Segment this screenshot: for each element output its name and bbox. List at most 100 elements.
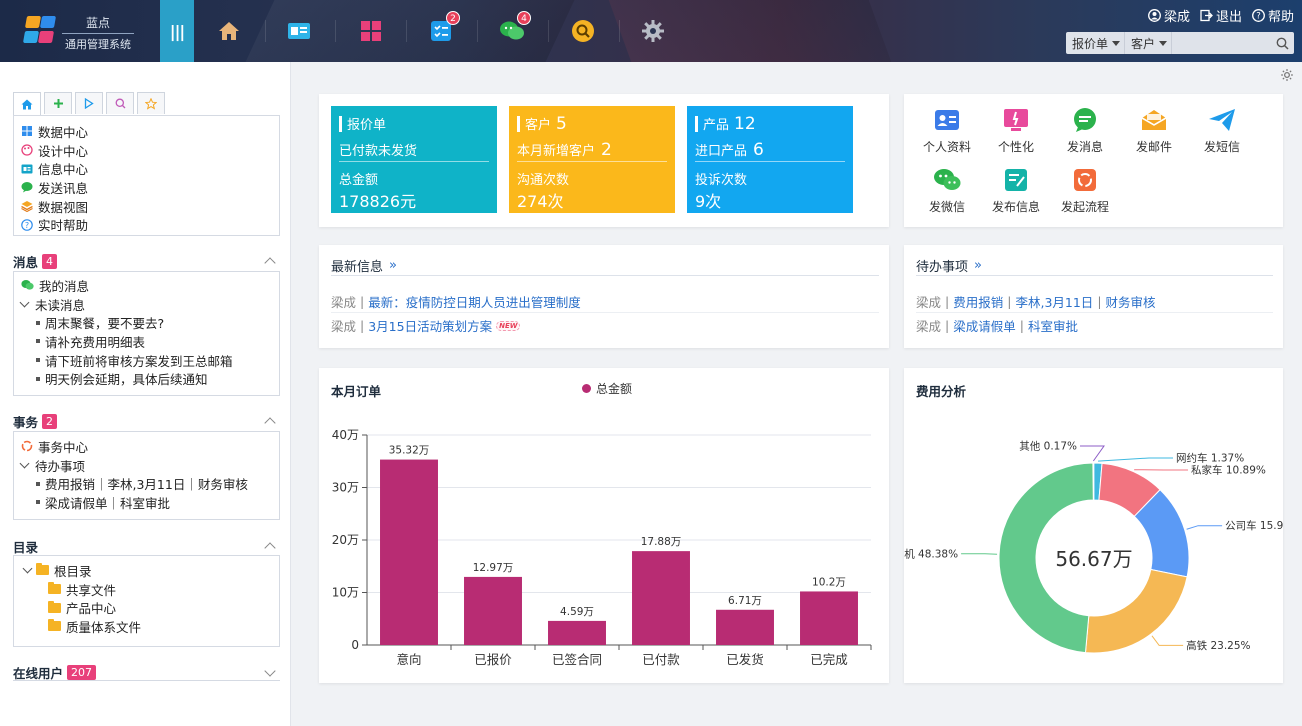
todo-link[interactable]: 李林,3月11日 (1015, 292, 1093, 311)
logout-link[interactable]: 退出 (1200, 6, 1242, 25)
new-badge: NEW (496, 320, 521, 331)
bar (632, 551, 690, 645)
directory-section-title[interactable]: 目录 (13, 537, 38, 556)
donut-leader-line (1080, 445, 1105, 462)
pending-tasks-item[interactable]: 待办事项 (14, 456, 279, 475)
tasks-section-title[interactable]: 事务 2 (13, 412, 58, 431)
message-item[interactable]: 明天例会延期，具体后续通知 (14, 369, 279, 388)
plus-icon (53, 99, 63, 108)
y-tick-label: 30万 (332, 481, 359, 495)
task-item[interactable]: 费用报销｜李林,3月11日｜财务审核 (14, 474, 279, 493)
latest-info-link[interactable]: 最新：疫情防控日期人员进出管理制度 (368, 292, 581, 311)
folder-item[interactable]: 质量体系文件 (14, 617, 279, 636)
todo-link[interactable]: 梁成请假单 (953, 316, 1016, 335)
chevron-down-icon (1159, 40, 1168, 46)
search-box: 报价单 客户 (1066, 32, 1294, 54)
double-chevron-right-icon: » (389, 258, 397, 273)
shortcut-item[interactable]: ? 实时帮助 (14, 215, 279, 234)
message-item[interactable]: 请补充费用明细表 (14, 332, 279, 351)
tab-play[interactable] (75, 92, 103, 114)
todo-title[interactable]: 待办事项 » (916, 256, 982, 275)
donut-chart: 其他 0.17% 网约车 1.37%私家车 10.89% 公司车 15.94% 高铁 … (904, 440, 1283, 654)
search-input[interactable] (1172, 33, 1270, 53)
messages-badge: 4 (42, 254, 58, 269)
wechat-icon[interactable]: 4 (495, 11, 531, 48)
bar-chart-legend[interactable]: 总金额 (582, 380, 632, 397)
search-scope-select-2[interactable]: 客户 (1125, 32, 1173, 54)
quick-action-flow[interactable]: 发起流程 (1053, 167, 1117, 215)
todo-item: 梁成 | 费用报销 | 李林,3月11日 | 财务审核 (916, 292, 1156, 311)
task-item[interactable]: 梁成请假单｜科室审批 (14, 493, 279, 512)
help-icon: ? (1252, 9, 1265, 22)
bar (380, 459, 438, 645)
help-link[interactable]: ? 帮助 (1252, 6, 1294, 25)
bar-chart-title: 本月订单 (331, 384, 382, 399)
search-scope-select-1[interactable]: 报价单 (1066, 32, 1126, 54)
shortcut-item[interactable]: 设计中心 (14, 141, 279, 160)
quick-action-sms[interactable]: 发短信 (1190, 107, 1254, 155)
bar-value-label: 17.88万 (641, 536, 682, 548)
nav-separator (335, 20, 336, 42)
search-icon[interactable] (1270, 37, 1294, 50)
bullet (36, 358, 40, 363)
settings-gear-icon[interactable] (1280, 68, 1294, 85)
quick-action-message[interactable]: 发消息 (1053, 107, 1117, 155)
message-item[interactable]: 周末聚餐，要不要去? (14, 313, 279, 332)
chevron-up-icon[interactable] (264, 417, 276, 429)
kpi-accent-bar (339, 115, 342, 132)
todo-link[interactable]: 科室审批 (1028, 316, 1078, 335)
latest-info-link[interactable]: 3月15日活动策划方案 (368, 316, 492, 335)
quick-action-profile[interactable]: 个人资料 (915, 107, 979, 155)
message-item[interactable]: 请下班前将审核方案发到王总邮箱 (14, 351, 279, 370)
unread-messages-item[interactable]: 未读消息 (14, 295, 279, 314)
quick-action-mail[interactable]: 发邮件 (1122, 107, 1186, 155)
tab-home[interactable] (13, 92, 41, 115)
home-icon[interactable] (212, 14, 246, 48)
kpi-divider (517, 161, 667, 162)
shortcut-item[interactable]: 数据视图 (14, 197, 279, 216)
todo-link[interactable]: 财务审核 (1106, 292, 1156, 311)
donut-slice-label: 网约车 1.37% (1176, 452, 1244, 465)
menu-toggle-button[interactable]: ||| (160, 0, 194, 62)
grid-icon[interactable] (354, 14, 388, 48)
top-bar: 蓝点 通用管理系统 ||| 2 4 梁成 退出 ? 帮助 报价单 客户 (0, 0, 1302, 62)
shortcut-item[interactable]: 发送讯息 (14, 178, 279, 197)
id-card-icon[interactable] (282, 14, 316, 48)
messages-section-title[interactable]: 消息 4 (13, 252, 58, 271)
quick-action-wechat[interactable]: 发微信 (915, 167, 979, 215)
root-folder-item[interactable]: 根目录 (14, 561, 279, 580)
tab-favorites[interactable] (137, 92, 165, 114)
checklist-icon[interactable]: 2 (424, 11, 460, 48)
shortcut-item[interactable]: 信息中心 (14, 159, 279, 178)
quick-action-publish[interactable]: 发布信息 (984, 167, 1048, 215)
y-tick-label: 40万 (332, 428, 359, 442)
nav-separator (477, 20, 478, 42)
folder-item[interactable]: 共享文件 (14, 580, 279, 599)
quick-action-personalize[interactable]: 个性化 (984, 107, 1048, 155)
search-circle-icon[interactable] (566, 14, 600, 48)
my-messages-item[interactable]: 我的消息 (14, 276, 279, 295)
latest-info-title[interactable]: 最新信息 » (331, 256, 397, 275)
bar-chart: 0 10万 20万 30万 40万 35.32万意向 12.97万已报价 4.59万已签合同 1… (332, 428, 872, 667)
gear-icon[interactable] (636, 14, 670, 48)
tab-add[interactable] (44, 92, 72, 114)
chevron-up-icon[interactable] (264, 542, 276, 554)
user-link[interactable]: 梁成 (1148, 6, 1190, 25)
kpi-card-quotes[interactable]: 报价单 已付款未发货 总金额 178826元 (331, 106, 497, 213)
donut-leader-line (1098, 457, 1173, 462)
tasks-list: 事务中心 待办事项 费用报销｜李林,3月11日｜财务审核 梁成请假单｜科室审批 (13, 431, 280, 520)
folder-item[interactable]: 产品中心 (14, 598, 279, 617)
x-tick-label: 已发货 (726, 652, 764, 667)
wechat-icon (21, 280, 34, 290)
todo-link[interactable]: 费用报销 (953, 292, 1003, 311)
task-center-item[interactable]: 事务中心 (14, 437, 279, 456)
kpi-card-products[interactable]: 产品 12 进口产品 6 投诉次数 9次 (687, 106, 853, 213)
bar (548, 620, 606, 645)
chevron-down-icon[interactable] (264, 665, 276, 677)
kpi-card-customers[interactable]: 客户 5 本月新增客户 2 沟通次数 274次 (509, 106, 675, 213)
donut-slice-label: 私家车 10.89% (1191, 464, 1266, 477)
kpi-accent-bar (517, 116, 520, 132)
tab-search[interactable] (106, 92, 134, 114)
shortcut-item[interactable]: 数据中心 (14, 122, 279, 141)
chevron-up-icon[interactable] (264, 257, 276, 269)
